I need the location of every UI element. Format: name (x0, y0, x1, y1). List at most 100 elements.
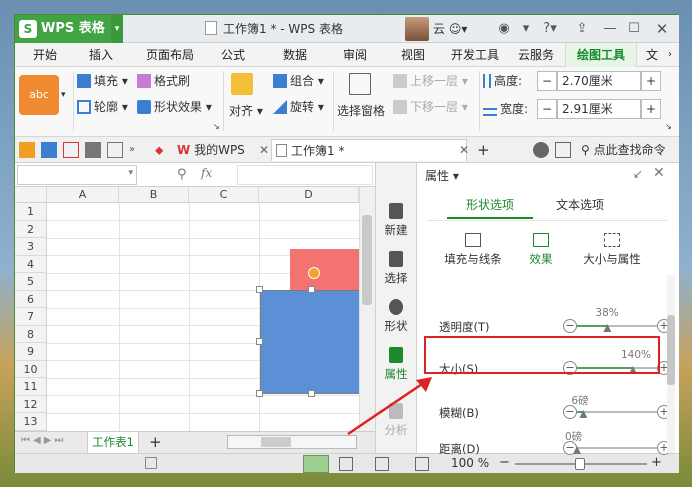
resize-handle[interactable] (256, 390, 263, 397)
transparency-decrease-button[interactable]: − (563, 319, 577, 333)
tab-shape-options[interactable]: 形状选项 (447, 191, 533, 219)
dialog-launcher-icon[interactable]: ↘ (213, 117, 220, 137)
column-header-c[interactable]: C (189, 187, 259, 203)
rotate-handle[interactable] (308, 267, 320, 279)
tab-cloud[interactable]: 云服务 (509, 43, 563, 67)
resize-handle[interactable] (256, 286, 263, 293)
fx-button[interactable]: fx (201, 166, 212, 180)
maximize-button[interactable]: ☐ (621, 15, 647, 43)
spreadsheet-grid[interactable]: A B C D 1 2 3 4 5 6 7 8 9 10 11 12 13 (15, 187, 359, 431)
shape-style-dropdown-icon[interactable]: ▾ (61, 85, 66, 105)
row-header[interactable]: 6 (15, 290, 47, 308)
export-pdf-icon[interactable] (63, 142, 79, 158)
tab-data[interactable]: 数据 (271, 43, 319, 67)
tab-text-tools[interactable]: 文 (641, 43, 663, 67)
transparency-slider[interactable]: − + 38% (563, 307, 671, 333)
shadow-shape[interactable] (290, 249, 359, 291)
row-header[interactable]: 8 (15, 325, 47, 343)
horizontal-scrollbar[interactable] (227, 435, 357, 449)
subtab-fill-line[interactable]: 填充与线条 (439, 233, 507, 267)
tab-text-options[interactable]: 文本选项 (537, 191, 623, 219)
resize-handle[interactable] (256, 338, 263, 345)
rotate-button[interactable]: 旋转 ▾ (273, 97, 324, 117)
task-select[interactable]: 选择 (376, 251, 416, 286)
row-header[interactable]: 12 (15, 395, 47, 413)
window-layout-icon[interactable] (555, 142, 571, 158)
macro-record-icon[interactable] (145, 457, 157, 469)
find-command-search[interactable]: ⚲ 点此查找命令 (577, 139, 679, 161)
pane-scroll-thumb[interactable] (667, 315, 675, 385)
row-header[interactable]: 5 (15, 273, 47, 291)
pin-pane-icon[interactable]: ↙ (633, 167, 643, 181)
blur-slider[interactable]: − + 6磅 (563, 395, 671, 419)
tab-home[interactable]: 开始 (21, 43, 69, 67)
size-dialog-launcher-icon[interactable]: ↘ (665, 117, 672, 137)
column-header-a[interactable]: A (47, 187, 119, 203)
height-decrease-button[interactable]: − (537, 71, 557, 91)
row-header[interactable]: 10 (15, 360, 47, 378)
formula-input[interactable] (237, 165, 373, 185)
page-break-view-icon[interactable] (339, 457, 353, 471)
zoom-slider-thumb[interactable] (575, 458, 585, 470)
horizontal-scroll-thumb[interactable] (261, 437, 291, 447)
row-header[interactable]: 7 (15, 308, 47, 326)
send-backward-button[interactable]: 下移一层 ▾ (393, 97, 468, 117)
width-input[interactable]: 2.91厘米 (557, 99, 641, 119)
column-header-d[interactable]: D (259, 187, 359, 203)
feedback-icon[interactable]: ◉ (493, 15, 515, 43)
zoom-out-button[interactable]: − (499, 455, 510, 470)
row-header[interactable]: 11 (15, 378, 47, 396)
new-tab-button[interactable]: + (473, 139, 491, 161)
properties-title[interactable]: 属性 ▾ (425, 167, 459, 184)
zoom-search-icon[interactable]: ⚲ (177, 167, 187, 182)
bring-forward-button[interactable]: 上移一层 ▾ (393, 71, 468, 91)
row-header[interactable]: 4 (15, 255, 47, 273)
name-box[interactable]: ▾ (17, 165, 137, 185)
height-increase-button[interactable]: + (641, 71, 661, 91)
tab-formulas[interactable]: 公式 (209, 43, 257, 67)
task-shape[interactable]: 形状 (376, 299, 416, 334)
app-menu-dropdown-icon[interactable]: ▾ (111, 15, 123, 43)
tab-more-icon[interactable]: › (663, 43, 677, 67)
minimize-button[interactable]: — (597, 15, 623, 43)
close-my-wps-tab-icon[interactable]: ✕ (255, 139, 269, 161)
close-button[interactable]: ✕ (647, 15, 677, 43)
height-input[interactable]: 2.70厘米 (557, 71, 641, 91)
tab-developer[interactable]: 开发工具 (443, 43, 507, 67)
width-increase-button[interactable]: + (641, 99, 661, 119)
tab-insert[interactable]: 插入 (77, 43, 125, 67)
subtab-effects[interactable]: 效果 (523, 233, 559, 267)
user-name[interactable]: 云 ☺▾ (433, 15, 467, 43)
normal-view-icon[interactable] (303, 455, 329, 473)
row-header[interactable]: 13 (15, 413, 47, 431)
open-folder-icon[interactable] (19, 142, 35, 158)
name-box-dropdown-icon[interactable]: ▾ (128, 168, 133, 178)
group-button[interactable]: 组合 ▾ (273, 71, 324, 91)
zoom-level[interactable]: 100 % (451, 456, 489, 470)
fill-button[interactable]: 填充 ▾ (77, 71, 128, 91)
skin-icon[interactable]: ☺▾ (449, 22, 468, 36)
tab-drawing-tools[interactable]: 绘图工具 (565, 43, 637, 67)
settings-icon[interactable]: ▾ (515, 15, 537, 43)
save-icon[interactable] (41, 142, 57, 158)
task-new[interactable]: 新建 (376, 203, 416, 238)
page-layout-view-icon[interactable] (375, 457, 389, 471)
row-header[interactable]: 2 (15, 220, 47, 238)
width-decrease-button[interactable]: − (537, 99, 557, 119)
outline-button[interactable]: 轮廓 ▾ (77, 97, 128, 117)
subtab-size-properties[interactable]: 大小与属性 (577, 233, 647, 267)
resize-handle[interactable] (308, 390, 315, 397)
print-icon[interactable] (85, 142, 101, 158)
row-header[interactable]: 9 (15, 343, 47, 361)
align-button[interactable]: 对齐 ▾ (229, 101, 263, 121)
pin-icon[interactable]: ⬥ (155, 142, 171, 158)
sheet-nav-arrows-icon[interactable]: ⏮◀▶⏭ (21, 435, 66, 446)
shape-effect-button[interactable]: 形状效果 ▾ (137, 97, 212, 117)
shape-style-gallery[interactable]: abc (19, 75, 59, 115)
distance-slider[interactable]: − + 0磅 (563, 431, 671, 455)
row-header[interactable]: 3 (15, 238, 47, 256)
selection-pane-button[interactable]: 选择窗格 (337, 101, 385, 121)
help-button[interactable]: ?▾ (537, 15, 563, 43)
restore-ribbon-icon[interactable]: ⇪ (571, 15, 593, 43)
close-workbook-tab-icon[interactable]: ✕ (455, 139, 469, 161)
